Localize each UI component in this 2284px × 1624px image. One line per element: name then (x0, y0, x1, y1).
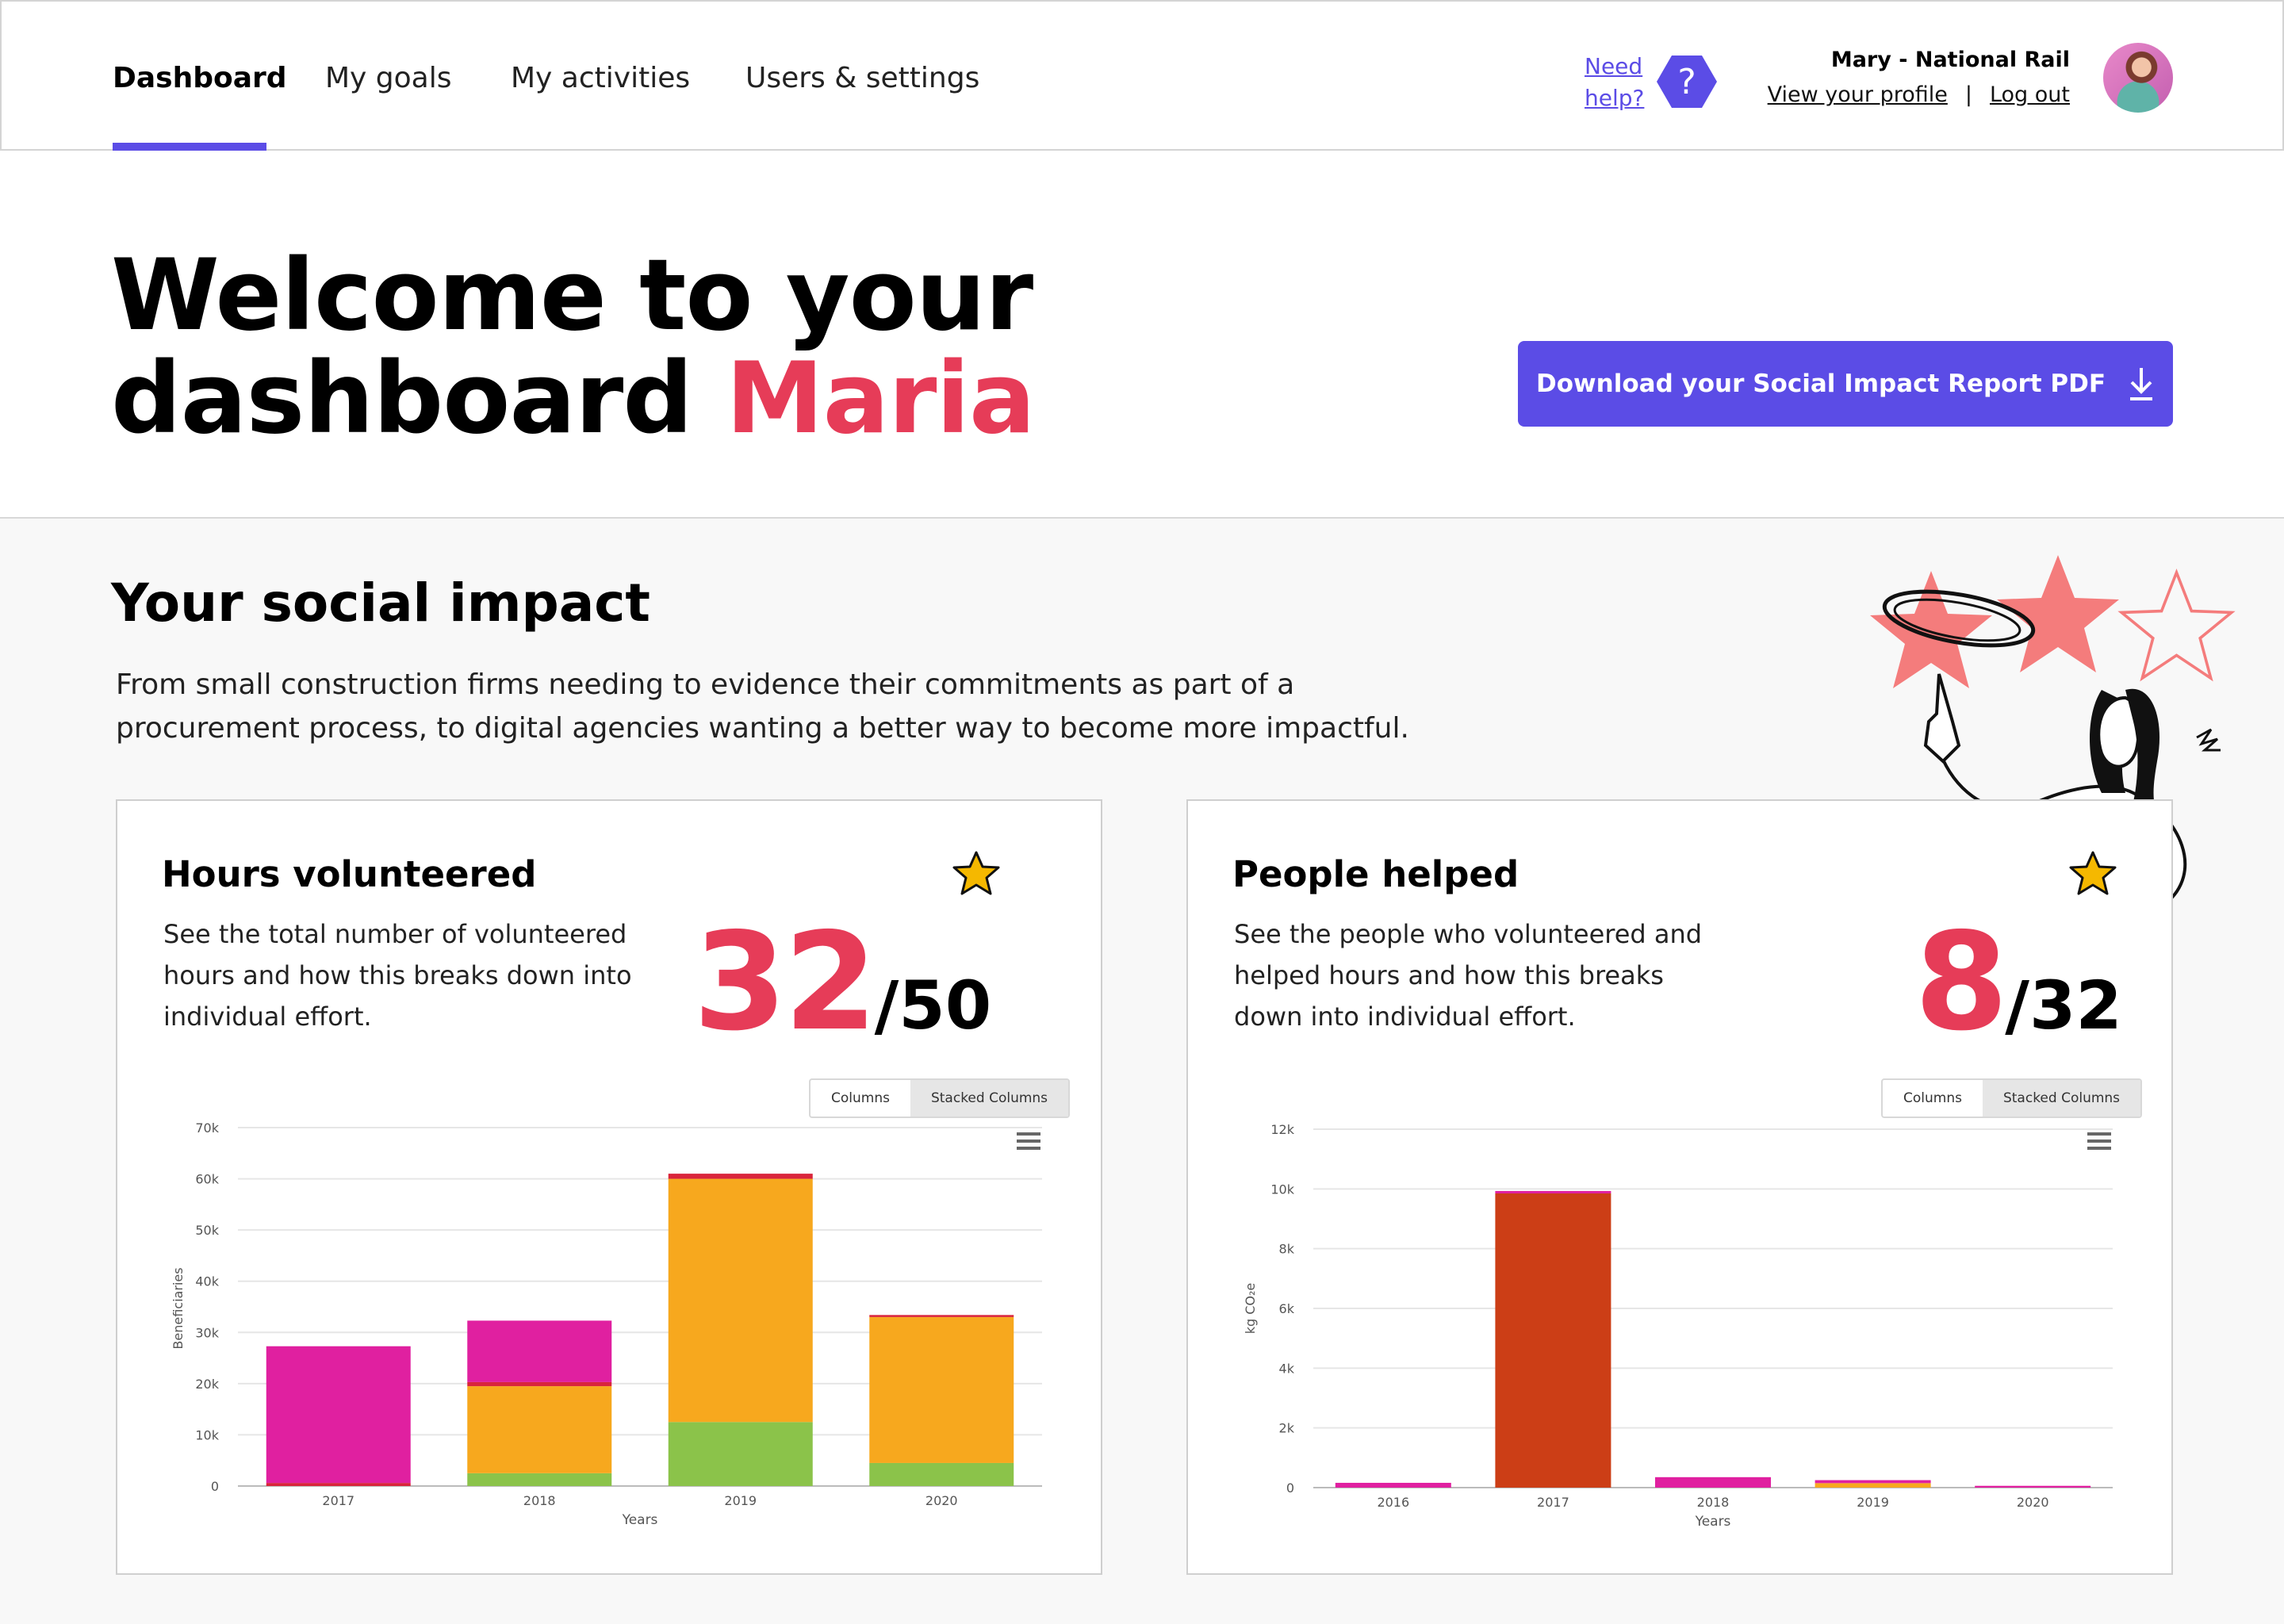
bar-segment[interactable] (266, 1346, 411, 1484)
active-tab-indicator (113, 143, 266, 151)
bar-segment[interactable] (869, 1462, 1014, 1486)
y-tick-label: 10k (195, 1427, 219, 1442)
y-tick-label: 50k (195, 1223, 219, 1238)
title-line2: dashboard (111, 342, 693, 456)
x-tick-label: 2018 (523, 1493, 556, 1508)
bar-segment[interactable] (266, 1483, 411, 1486)
y-tick-label: 60k (195, 1172, 219, 1187)
bar-segment[interactable] (1495, 1193, 1611, 1488)
page-title: Welcome to your dashboard Maria (111, 244, 1221, 450)
people-chart: 0 2k 4k 6k 8k 10k 12k 2016 2017 2018 2019 2020 Years… (1243, 1122, 2113, 1530)
y-tick-label: 4k (1279, 1361, 1295, 1376)
user-name: Mary - National Rail (1830, 48, 2070, 72)
nav-item-my-goals[interactable]: My goals (325, 62, 452, 94)
bar-segment[interactable] (467, 1381, 612, 1387)
hours-volunteered-card: Hours volunteered See the total number o… (116, 799, 1102, 1575)
nav-item-users-settings[interactable]: Users & settings (745, 62, 979, 94)
bar-segment[interactable] (1655, 1477, 1771, 1488)
bar-segment[interactable] (1815, 1480, 1931, 1484)
y-axis-label: Beneficiaries (171, 1267, 186, 1349)
y-tick-label: 6k (1279, 1301, 1295, 1316)
download-icon (2130, 368, 2153, 400)
y-axis-label: kg CO₂e (1243, 1283, 1258, 1335)
need-help-link[interactable]: Need help? (1585, 51, 1644, 114)
x-tick-label: 2017 (1537, 1495, 1569, 1510)
x-tick-label: 2020 (2017, 1495, 2049, 1510)
bar-segment[interactable] (1975, 1485, 2091, 1488)
nav-item-dashboard[interactable]: Dashboard (113, 62, 287, 94)
bar-segment[interactable] (668, 1422, 813, 1486)
question-icon[interactable]: ? (1656, 54, 1718, 109)
need-help-line2: help? (1585, 85, 1645, 111)
top-nav-bar: Dashboard My goals My activities Users &… (0, 0, 2284, 151)
user-links: View your profile | Log out (1768, 82, 2070, 107)
hours-chart: 0 10k 20k 30k 40k 50k 60k 70k 2017 2018 2019 2020 Ye… (171, 1120, 1042, 1528)
y-tick-label: 70k (195, 1120, 219, 1136)
download-report-button[interactable]: Download your Social Impact Report PDF (1518, 341, 2173, 427)
y-tick-label: 0 (211, 1479, 219, 1494)
bar-segment[interactable] (1335, 1482, 1451, 1488)
svg-text:?: ? (1677, 62, 1696, 102)
y-tick-label: 20k (195, 1377, 219, 1392)
title-line1: Welcome to your (111, 239, 1033, 353)
y-tick-label: 10k (1270, 1182, 1294, 1197)
bar-segment[interactable] (467, 1386, 612, 1473)
bar-segment[interactable] (467, 1320, 612, 1382)
bar-segment[interactable] (869, 1315, 1014, 1317)
bar-segment[interactable] (869, 1316, 1014, 1463)
x-axis-label: Years (1695, 1514, 1731, 1530)
x-tick-label: 2016 (1377, 1495, 1409, 1510)
y-tick-label: 12k (1270, 1122, 1294, 1137)
x-tick-label: 2018 (1697, 1495, 1730, 1510)
x-tick-label: 2019 (1857, 1495, 1889, 1510)
need-help-line1: Need (1585, 53, 1643, 79)
bar-segment[interactable] (467, 1473, 612, 1486)
bar-segment[interactable] (1495, 1190, 1611, 1193)
y-tick-label: 0 (1286, 1480, 1294, 1496)
x-tick-label: 2019 (724, 1493, 757, 1508)
download-button-label: Download your Social Impact Report PDF (1535, 370, 2106, 398)
bar-segment[interactable] (668, 1174, 813, 1179)
bar-segment[interactable] (668, 1178, 813, 1423)
section-title: Your social impact (111, 573, 650, 634)
y-tick-label: 40k (195, 1274, 219, 1289)
nav-item-my-activities[interactable]: My activities (511, 62, 690, 94)
y-tick-label: 30k (195, 1325, 219, 1340)
x-tick-label: 2020 (925, 1493, 958, 1508)
log-out-link[interactable]: Log out (1990, 82, 2070, 107)
bar-segment[interactable] (1815, 1483, 1931, 1488)
link-separator: | (1964, 82, 1972, 107)
x-axis-label: Years (622, 1512, 658, 1528)
x-tick-label: 2017 (322, 1493, 354, 1508)
section-description: From small construction firms needing to… (116, 668, 1409, 745)
avatar[interactable] (2103, 43, 2173, 113)
y-tick-label: 2k (1279, 1421, 1295, 1436)
people-helped-card: People helped See the people who volunte… (1186, 799, 2173, 1575)
view-profile-link[interactable]: View your profile (1768, 82, 1948, 107)
user-first-name: Maria (726, 342, 1035, 456)
hero-section: Welcome to your dashboard Maria Download… (0, 151, 2284, 519)
y-tick-label: 8k (1279, 1242, 1295, 1257)
